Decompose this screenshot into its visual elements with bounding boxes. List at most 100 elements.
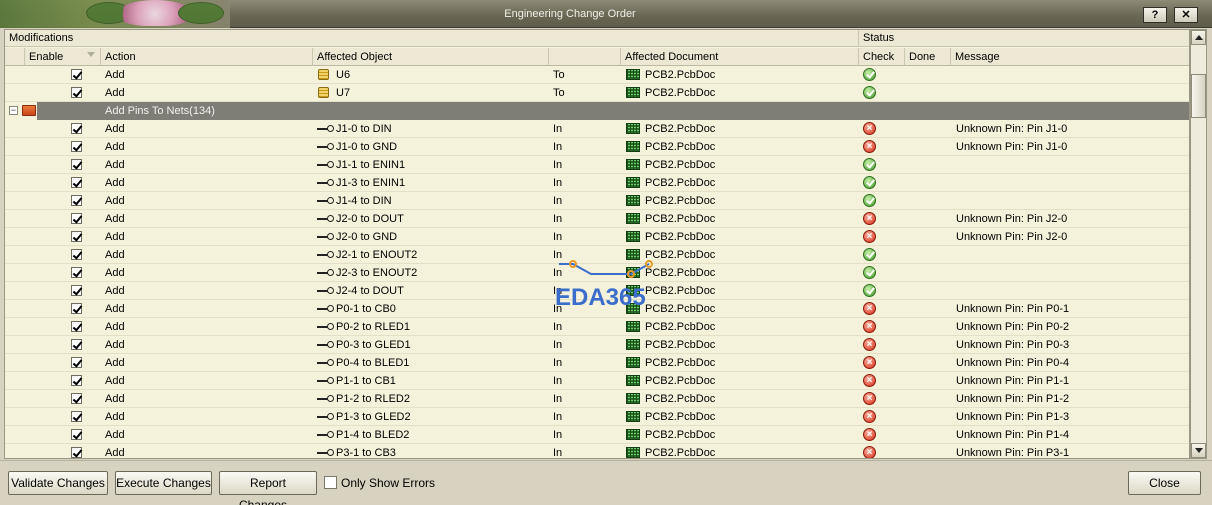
col-header-done[interactable]: Done xyxy=(905,48,951,66)
enable-checkbox[interactable] xyxy=(71,177,82,188)
affected-document-cell: PCB2.PcbDoc xyxy=(645,141,716,153)
enable-checkbox[interactable] xyxy=(71,411,82,422)
col-header-direction[interactable] xyxy=(549,48,621,66)
validate-changes-button[interactable]: Validate Changes xyxy=(8,471,108,495)
group-row-add-pins-to-nets[interactable]: − Add Pins To Nets(134) xyxy=(5,102,1189,120)
message-cell: Unknown Pin: Pin P0-3 xyxy=(956,339,1070,351)
affected-document-cell: PCB2.PcbDoc xyxy=(645,375,716,387)
changes-grid[interactable]: Modifications Status Enable Action Affec… xyxy=(4,29,1190,459)
table-row[interactable]: Add J2-3 to ENOUT2 In PCB2.PcbDoc xyxy=(5,264,1189,282)
affected-object-cell: P0-2 to RLED1 xyxy=(336,321,410,333)
table-row[interactable]: Add J2-1 to ENOUT2 In PCB2.PcbDoc xyxy=(5,246,1189,264)
table-row[interactable]: Add P3-1 to CB3 In PCB2.PcbDoc × Unknown Pin:… xyxy=(5,444,1189,459)
direction-cell: To xyxy=(553,69,565,81)
enable-checkbox[interactable] xyxy=(71,447,82,458)
enable-checkbox[interactable] xyxy=(71,429,82,440)
direction-cell: To xyxy=(553,87,565,99)
action-cell: Add xyxy=(105,249,125,261)
affected-object-cell: J2-0 to DOUT xyxy=(336,213,404,225)
direction-cell: In xyxy=(553,303,563,315)
table-row[interactable]: Add P1-3 to GLED2 In PCB2.PcbDoc × Unknown Pi… xyxy=(5,408,1189,426)
affected-object-cell: J1-3 to ENIN1 xyxy=(336,177,406,189)
enable-checkbox[interactable] xyxy=(71,159,82,170)
table-row[interactable]: Add P1-2 to RLED2 In PCB2.PcbDoc × Unknown Pi… xyxy=(5,390,1189,408)
col-header-affected-object[interactable]: Affected Object xyxy=(313,48,549,66)
execute-changes-button[interactable]: Execute Changes xyxy=(115,471,212,495)
vertical-scrollbar[interactable] xyxy=(1190,29,1207,459)
table-row[interactable]: Add U6 To PCB2.PcbDoc xyxy=(5,66,1189,84)
pin-icon xyxy=(317,215,334,222)
action-cell: Add xyxy=(105,267,125,279)
pcb-document-icon xyxy=(626,429,640,440)
enable-checkbox[interactable] xyxy=(71,141,82,152)
table-row[interactable]: Add P1-4 to BLED2 In PCB2.PcbDoc × Unknown Pi… xyxy=(5,426,1189,444)
table-row[interactable]: Add P0-3 to GLED1 In PCB2.PcbDoc × Unknown Pi… xyxy=(5,336,1189,354)
table-row[interactable]: Add P0-4 to BLED1 In PCB2.PcbDoc × Unknown Pi… xyxy=(5,354,1189,372)
table-row[interactable]: Add J2-0 to DOUT In PCB2.PcbDoc × Unknown Pin… xyxy=(5,210,1189,228)
enable-checkbox[interactable] xyxy=(71,375,82,386)
table-row[interactable]: Add J1-1 to ENIN1 In PCB2.PcbDoc xyxy=(5,156,1189,174)
enable-checkbox[interactable] xyxy=(71,285,82,296)
window-close-button[interactable]: ✕ xyxy=(1174,7,1198,23)
enable-checkbox[interactable] xyxy=(71,87,82,98)
report-changes-button[interactable]: Report Changes... xyxy=(219,471,317,505)
table-row[interactable]: Add J1-4 to DIN In PCB2.PcbDoc xyxy=(5,192,1189,210)
enable-checkbox[interactable] xyxy=(71,69,82,80)
enable-checkbox[interactable] xyxy=(71,123,82,134)
table-row[interactable]: Add U7 To PCB2.PcbDoc xyxy=(5,84,1189,102)
action-cell: Add xyxy=(105,375,125,387)
enable-checkbox[interactable] xyxy=(71,321,82,332)
col-header-check[interactable]: Check xyxy=(859,48,905,66)
direction-cell: In xyxy=(553,447,563,459)
affected-document-cell: PCB2.PcbDoc xyxy=(645,159,716,171)
message-cell: Unknown Pin: Pin P0-1 xyxy=(956,303,1070,315)
enable-checkbox[interactable] xyxy=(71,393,82,404)
affected-object-cell: P0-1 to CB0 xyxy=(336,303,396,315)
pin-icon xyxy=(317,125,334,132)
enable-checkbox[interactable] xyxy=(71,231,82,242)
affected-object-cell: J2-3 to ENOUT2 xyxy=(336,267,418,279)
scroll-up-button[interactable] xyxy=(1191,30,1206,45)
table-row[interactable]: Add J2-4 to DOUT In PCB2.PcbDoc xyxy=(5,282,1189,300)
check-error-icon: × xyxy=(863,374,876,387)
table-row[interactable]: Add P0-2 to RLED1 In PCB2.PcbDoc × Unknown Pi… xyxy=(5,318,1189,336)
col-header-affected-document[interactable]: Affected Document xyxy=(621,48,859,66)
help-button[interactable]: ? xyxy=(1143,7,1167,23)
pin-icon xyxy=(317,251,334,258)
affected-object-cell: P1-1 to CB1 xyxy=(336,375,396,387)
scroll-down-button[interactable] xyxy=(1191,443,1206,458)
table-row[interactable]: Add J1-0 to GND In PCB2.PcbDoc × Unknown Pin:… xyxy=(5,138,1189,156)
message-cell: Unknown Pin: Pin J2-0 xyxy=(956,213,1068,225)
table-row[interactable]: Add J1-0 to DIN In PCB2.PcbDoc × Unknown Pin:… xyxy=(5,120,1189,138)
enable-checkbox[interactable] xyxy=(71,357,82,368)
table-row[interactable]: Add J1-3 to ENIN1 In PCB2.PcbDoc xyxy=(5,174,1189,192)
collapse-icon[interactable]: − xyxy=(9,106,18,115)
col-header-message[interactable]: Message xyxy=(951,48,1189,66)
col-header-action[interactable]: Action xyxy=(101,48,313,66)
enable-checkbox[interactable] xyxy=(71,267,82,278)
check-ok-icon xyxy=(863,194,876,207)
enable-checkbox[interactable] xyxy=(71,303,82,314)
direction-cell: In xyxy=(553,231,563,243)
pin-icon xyxy=(317,197,334,204)
table-row[interactable]: Add P1-1 to CB1 In PCB2.PcbDoc × Unknown Pin:… xyxy=(5,372,1189,390)
pin-icon xyxy=(317,305,334,312)
table-row[interactable]: Add J2-0 to GND In PCB2.PcbDoc × Unknown Pin:… xyxy=(5,228,1189,246)
close-button[interactable]: Close xyxy=(1128,471,1201,495)
only-show-errors-checkbox[interactable] xyxy=(324,476,337,489)
enable-checkbox[interactable] xyxy=(71,213,82,224)
col-header-enable[interactable]: Enable xyxy=(25,48,101,66)
pin-icon xyxy=(317,395,334,402)
enable-checkbox[interactable] xyxy=(71,249,82,260)
affected-document-cell: PCB2.PcbDoc xyxy=(645,267,716,279)
window-title: Engineering Change Order xyxy=(504,8,636,20)
message-cell: Unknown Pin: Pin P1-3 xyxy=(956,411,1070,423)
table-row[interactable]: Add P0-1 to CB0 In PCB2.PcbDoc × Unknown Pin:… xyxy=(5,300,1189,318)
check-error-icon: × xyxy=(863,212,876,225)
scroll-thumb[interactable] xyxy=(1191,74,1206,118)
group-row-label: Add Pins To Nets(134) xyxy=(105,105,215,117)
message-cell: Unknown Pin: Pin J2-0 xyxy=(956,231,1068,243)
message-cell: Unknown Pin: Pin J1-0 xyxy=(956,123,1068,135)
enable-checkbox[interactable] xyxy=(71,339,82,350)
enable-checkbox[interactable] xyxy=(71,195,82,206)
